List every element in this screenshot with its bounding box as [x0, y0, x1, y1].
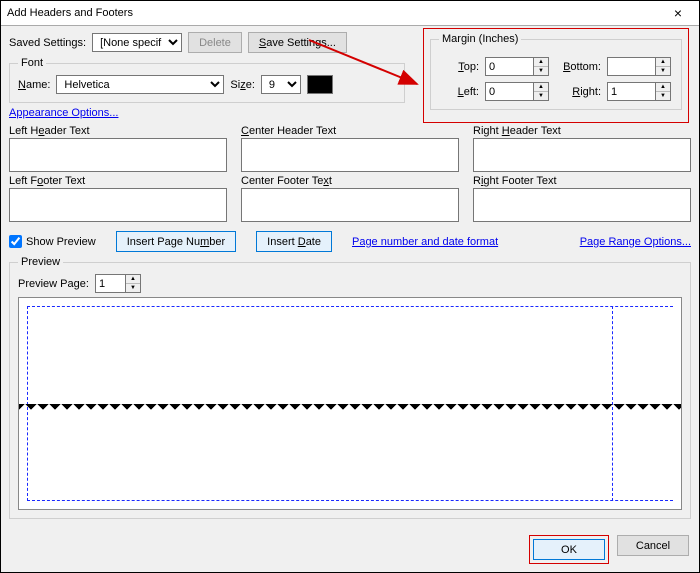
saved-settings-select[interactable]: [None specified]: [92, 33, 182, 52]
left-header-label: Left Header Text: [9, 125, 227, 137]
show-preview-label: Show Preview: [26, 236, 96, 248]
spinner-buttons[interactable]: ▲▼: [655, 57, 671, 76]
spinner-buttons[interactable]: ▲▼: [125, 274, 141, 293]
spinner-buttons[interactable]: ▲▼: [533, 82, 549, 101]
insert-page-number-button[interactable]: Insert Page Number: [116, 231, 236, 252]
preview-page-spinner[interactable]: ▲▼: [95, 274, 141, 293]
spinner-buttons[interactable]: ▲▼: [655, 82, 671, 101]
chevron-up-icon: ▲: [534, 83, 548, 92]
margin-bottom-label: Bottom:: [557, 61, 601, 73]
font-name-select[interactable]: Helvetica: [56, 75, 224, 94]
margin-top-input[interactable]: [485, 57, 533, 76]
spinner-buttons[interactable]: ▲▼: [533, 57, 549, 76]
margin-left-label: Left:: [439, 86, 479, 98]
chevron-up-icon: ▲: [534, 58, 548, 67]
chevron-up-icon: ▲: [656, 83, 670, 92]
right-footer-text[interactable]: [473, 188, 691, 222]
center-footer-text[interactable]: [241, 188, 459, 222]
font-group: Font Name: Helvetica Size: 9: [9, 57, 405, 103]
show-preview-input[interactable]: [9, 235, 22, 248]
save-settings-button[interactable]: Save Settings...: [248, 32, 347, 53]
header-footer-grid: Left Header Text Center Header Text Righ…: [9, 125, 691, 225]
dialog-footer: OK Cancel: [1, 527, 699, 572]
preview-canvas: [18, 297, 682, 510]
titlebar: Add Headers and Footers ×: [1, 1, 699, 26]
ok-highlight: OK: [529, 535, 609, 564]
center-header-text[interactable]: [241, 138, 459, 172]
left-footer-label: Left Footer Text: [9, 175, 227, 187]
left-header-text[interactable]: [9, 138, 227, 172]
center-header-label: Center Header Text: [241, 125, 459, 137]
cancel-button[interactable]: Cancel: [617, 535, 689, 556]
preview-page-label: Preview Page:: [18, 278, 89, 290]
chevron-down-icon: ▼: [656, 67, 670, 75]
close-icon[interactable]: ×: [663, 5, 693, 21]
margin-group-highlight: Margin (Inches) Top: ▲▼ Bottom: ▲▼ Left:: [423, 28, 689, 123]
preview-legend: Preview: [18, 256, 63, 268]
show-preview-checkbox[interactable]: Show Preview: [9, 235, 96, 248]
margin-right-label: Right:: [557, 86, 601, 98]
preview-page-input[interactable]: [95, 274, 125, 293]
preview-group: Preview Preview Page: ▲▼: [9, 256, 691, 519]
delete-button[interactable]: Delete: [188, 32, 242, 53]
chevron-down-icon: ▼: [126, 284, 140, 292]
chevron-up-icon: ▲: [126, 275, 140, 284]
margin-top-label: Top:: [439, 61, 479, 73]
margin-guide-bottom: [27, 500, 673, 501]
left-footer-text[interactable]: [9, 188, 227, 222]
margin-top-spinner[interactable]: ▲▼: [485, 57, 551, 76]
options-row: Show Preview Insert Page Number Insert D…: [9, 231, 691, 252]
font-size-select[interactable]: 9: [261, 75, 301, 94]
margin-left-spinner[interactable]: ▲▼: [485, 82, 551, 101]
right-header-text[interactable]: [473, 138, 691, 172]
window-title: Add Headers and Footers: [7, 7, 663, 19]
saved-settings-label: Saved Settings:: [9, 37, 86, 49]
insert-date-button[interactable]: Insert Date: [256, 231, 332, 252]
font-name-label: Name:: [18, 79, 50, 91]
margin-left-input[interactable]: [485, 82, 533, 101]
font-legend: Font: [18, 57, 46, 69]
margin-legend: Margin (Inches): [439, 33, 521, 45]
margin-guide-top: [27, 306, 673, 307]
page-date-format-link[interactable]: Page number and date format: [352, 236, 498, 248]
right-header-label: Right Header Text: [473, 125, 691, 137]
page-range-options-link[interactable]: Page Range Options...: [580, 236, 691, 248]
chevron-down-icon: ▼: [534, 67, 548, 75]
font-size-label: Size:: [230, 79, 254, 91]
right-footer-label: Right Footer Text: [473, 175, 691, 187]
chevron-down-icon: ▼: [656, 92, 670, 100]
margin-bottom-input[interactable]: [607, 57, 655, 76]
page-content-icon: [19, 404, 681, 414]
margin-right-spinner[interactable]: ▲▼: [607, 82, 673, 101]
dialog-window: Add Headers and Footers × Saved Settings…: [0, 0, 700, 573]
ok-button[interactable]: OK: [533, 539, 605, 560]
chevron-up-icon: ▲: [656, 58, 670, 67]
margin-right-input[interactable]: [607, 82, 655, 101]
dialog-body: Saved Settings: [None specified] Delete …: [1, 26, 699, 527]
font-color-swatch[interactable]: [307, 75, 333, 94]
chevron-down-icon: ▼: [534, 92, 548, 100]
center-footer-label: Center Footer Text: [241, 175, 459, 187]
margin-bottom-spinner[interactable]: ▲▼: [607, 57, 673, 76]
